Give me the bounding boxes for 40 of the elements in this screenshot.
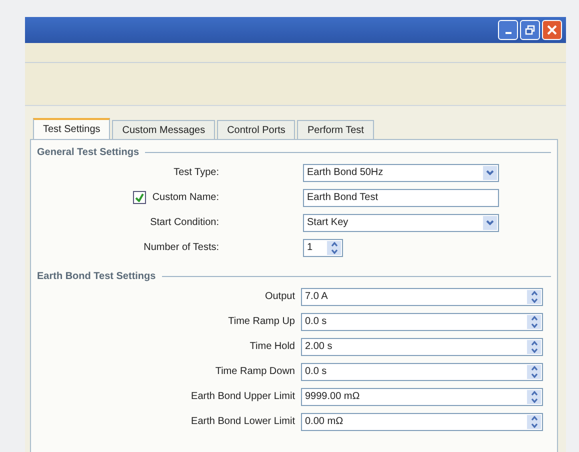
spinner-field[interactable]: 0.00 mΩ <box>301 412 543 430</box>
field-label: Time Hold <box>248 341 295 352</box>
group-title: Earth Bond Test Settings <box>37 270 157 282</box>
field-label: Time Ramp Up <box>227 316 295 327</box>
spinner-arrows-icon <box>527 364 541 378</box>
field-label: Time Ramp Down <box>214 366 295 377</box>
spinner-arrows-icon <box>527 414 541 428</box>
restore-button[interactable] <box>520 20 540 40</box>
spinner-field[interactable]: 2.00 s <box>301 338 543 356</box>
spinner-field[interactable]: 7.0 A <box>301 288 543 306</box>
field-label: Custom Name: <box>152 192 219 203</box>
tab[interactable]: Test Settings <box>33 118 110 139</box>
spinner-arrows-icon <box>527 390 541 404</box>
tab[interactable]: Control Ports <box>217 120 296 139</box>
spinner-arrows-icon <box>527 340 541 354</box>
input-field[interactable]: Earth Bond Test <box>303 188 499 206</box>
restore-icon <box>525 25 535 35</box>
spinner-field[interactable]: 0.0 s <box>301 362 543 380</box>
tab[interactable]: Custom Messages <box>112 120 216 139</box>
spinner-field[interactable]: 1 <box>303 238 343 256</box>
dropdown[interactable]: Start Key <box>303 214 499 232</box>
spinner-arrows-icon <box>527 290 541 304</box>
checkbox[interactable] <box>133 191 146 204</box>
minimize-button[interactable] <box>498 20 518 40</box>
close-button[interactable] <box>542 20 562 40</box>
group-title: General Test Settings <box>37 146 140 158</box>
field-label: Earth Bond Upper Limit <box>190 391 295 402</box>
field-label: Start Condition: <box>150 217 219 228</box>
field-label: Number of Tests: <box>144 242 219 253</box>
close-icon <box>547 25 557 35</box>
tab[interactable]: Perform Test <box>297 120 374 139</box>
spinner-field[interactable]: 9999.00 mΩ <box>301 388 543 406</box>
spinner-arrows-icon <box>527 314 541 328</box>
spinner-arrows-icon <box>327 240 341 254</box>
field-label: Test Type: <box>174 167 219 178</box>
field-label: Earth Bond Lower Limit <box>190 416 295 427</box>
field-label: Output <box>264 291 295 302</box>
spinner-field[interactable]: 0.0 s <box>301 312 543 330</box>
minimize-icon <box>504 32 512 34</box>
dropdown[interactable]: Earth Bond 50Hz <box>303 164 499 182</box>
